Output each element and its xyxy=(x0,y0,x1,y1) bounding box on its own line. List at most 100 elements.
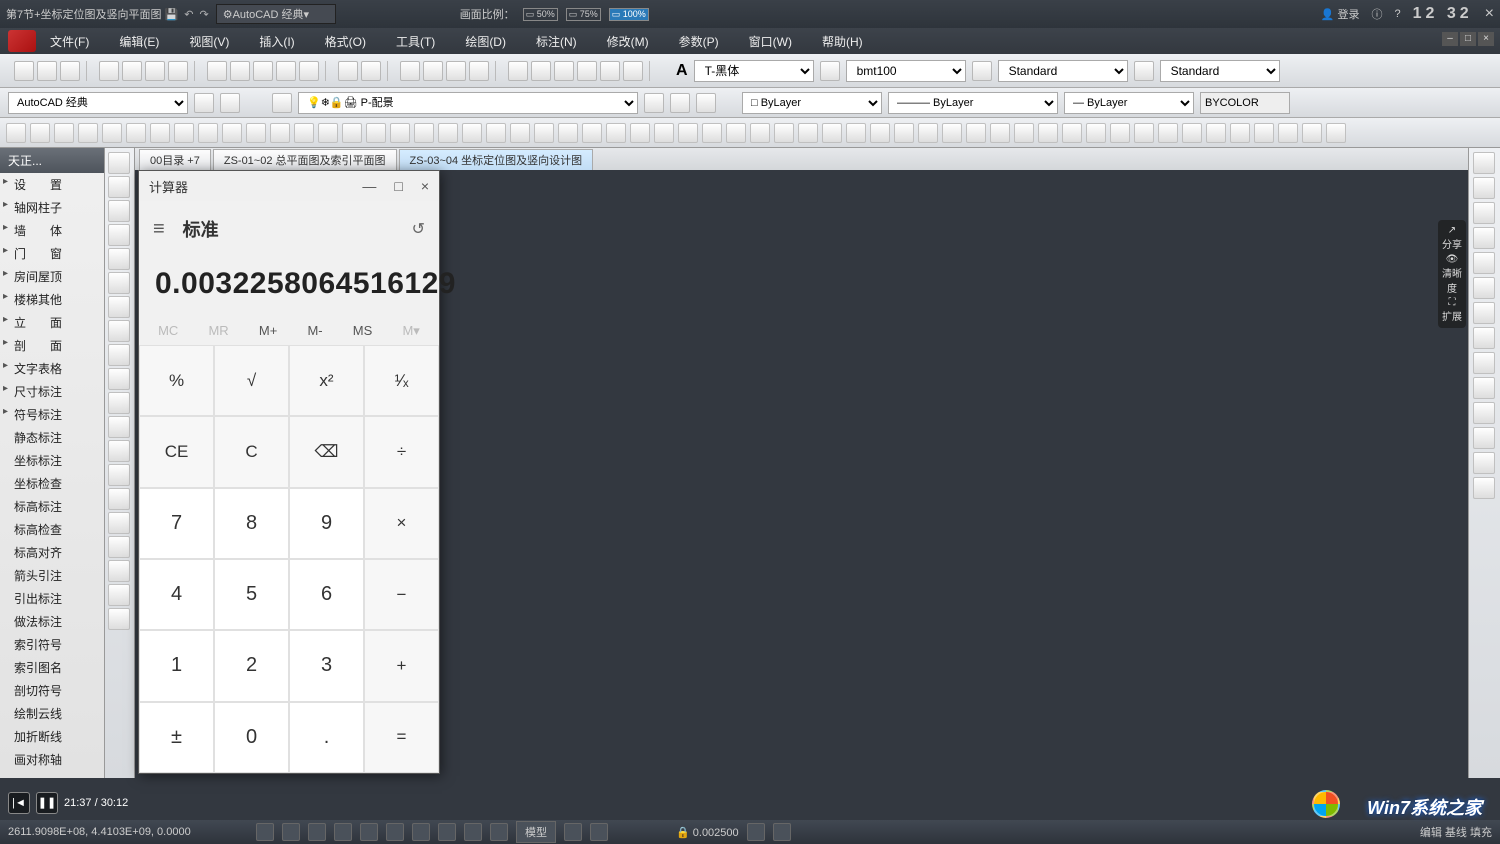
tangent-item-24[interactable]: 加折断线 xyxy=(0,725,104,748)
dimstyle-icon[interactable] xyxy=(972,61,992,81)
open-icon[interactable] xyxy=(37,61,57,81)
calc-key-3[interactable]: 3 xyxy=(289,630,364,701)
menu-view[interactable]: 视图(V) xyxy=(189,33,229,50)
dim-tool-42[interactable] xyxy=(1014,123,1034,143)
scale-icon[interactable] xyxy=(1473,402,1495,424)
calc-key-¹∕ₓ[interactable]: ¹∕ₓ xyxy=(364,345,439,416)
more1-icon[interactable] xyxy=(108,536,130,558)
textstyle-icon[interactable] xyxy=(820,61,840,81)
expand-button[interactable]: ⛶扩展 xyxy=(1442,296,1462,324)
play-pause-icon[interactable]: ❚❚ xyxy=(36,792,58,814)
status-right-tools[interactable]: 编辑 基线 填充 xyxy=(1420,824,1492,840)
dim-tool-12[interactable] xyxy=(294,123,314,143)
window-close-icon[interactable]: × xyxy=(1485,5,1494,23)
tangent-item-25[interactable]: 画对称轴 xyxy=(0,748,104,771)
calc-key-2[interactable]: 2 xyxy=(214,630,289,701)
erase-icon[interactable] xyxy=(1473,477,1495,499)
mleader-icon[interactable] xyxy=(1134,61,1154,81)
tangent-item-13[interactable]: 坐标检查 xyxy=(0,472,104,495)
tangent-item-22[interactable]: 剖切符号 xyxy=(0,679,104,702)
dim-tool-7[interactable] xyxy=(174,123,194,143)
tangent-item-15[interactable]: 标高检查 xyxy=(0,518,104,541)
extend-icon[interactable] xyxy=(1473,327,1495,349)
rect-icon[interactable] xyxy=(108,248,130,270)
menu-dimension[interactable]: 标注(N) xyxy=(536,33,577,50)
calc-key-7[interactable]: 7 xyxy=(139,488,214,559)
calculator-titlebar[interactable]: 计算器 — □ × xyxy=(139,171,439,201)
mleaderstyle-combo[interactable]: Standard xyxy=(1160,60,1280,82)
calc-key-1[interactable]: 1 xyxy=(139,630,214,701)
block-icon[interactable] xyxy=(108,344,130,366)
dim-tool-47[interactable] xyxy=(1134,123,1154,143)
qat-undo-icon[interactable]: ↶ xyxy=(184,8,193,21)
dim-tool-15[interactable] xyxy=(366,123,386,143)
color-combo[interactable]: □ ByLayer xyxy=(742,92,882,114)
tangent-item-19[interactable]: 做法标注 xyxy=(0,610,104,633)
chamfer-icon[interactable] xyxy=(1473,377,1495,399)
dim-tool-11[interactable] xyxy=(270,123,290,143)
calc-key-9[interactable]: 9 xyxy=(289,488,364,559)
dim-tool-19[interactable] xyxy=(462,123,482,143)
calc-key-CE[interactable]: CE xyxy=(139,416,214,487)
workspace-combo[interactable]: AutoCAD 经典 xyxy=(8,92,188,114)
dim-tool-33[interactable] xyxy=(798,123,818,143)
qat-redo-icon[interactable]: ↷ xyxy=(199,8,208,21)
play-prev-icon[interactable]: |◄ xyxy=(8,792,30,814)
preview-icon[interactable] xyxy=(122,61,142,81)
tangent-item-1[interactable]: 轴网柱子 xyxy=(0,196,104,219)
snap-toggle[interactable] xyxy=(256,823,274,841)
zoom-100-button[interactable]: ▭ 100% xyxy=(609,8,649,21)
tangent-item-5[interactable]: 楼梯其他 xyxy=(0,288,104,311)
tangent-item-21[interactable]: 索引图名 xyxy=(0,656,104,679)
calc-minimize-icon[interactable]: — xyxy=(362,178,376,194)
offset-icon[interactable] xyxy=(1473,252,1495,274)
zoom-75-button[interactable]: ▭ 75% xyxy=(566,8,601,21)
calc-key-.[interactable]: . xyxy=(289,702,364,773)
calc-history-icon[interactable]: ↺ xyxy=(412,219,425,239)
dim-tool-23[interactable] xyxy=(558,123,578,143)
dyn-toggle[interactable] xyxy=(412,823,430,841)
zoom-rt-icon[interactable] xyxy=(423,61,443,81)
layer-prop-icon[interactable] xyxy=(272,93,292,113)
dim-tool-13[interactable] xyxy=(318,123,338,143)
dim-tool-22[interactable] xyxy=(534,123,554,143)
menu-draw[interactable]: 绘图(D) xyxy=(465,33,506,50)
file-tab-3[interactable]: ZS-03~04 坐标定位图及竖向设计图 xyxy=(399,149,594,170)
dim-tool-3[interactable] xyxy=(78,123,98,143)
calc-key-0[interactable]: 0 xyxy=(214,702,289,773)
dim-tool-53[interactable] xyxy=(1278,123,1298,143)
model-button[interactable]: 模型 xyxy=(516,821,556,843)
dim-tool-26[interactable] xyxy=(630,123,650,143)
qv-drawings[interactable] xyxy=(590,823,608,841)
tangent-item-18[interactable]: 引出标注 xyxy=(0,587,104,610)
tangent-item-2[interactable]: 墙 体 xyxy=(0,219,104,242)
ortho-toggle[interactable] xyxy=(308,823,326,841)
menu-format[interactable]: 格式(O) xyxy=(325,33,366,50)
ellipse-icon[interactable] xyxy=(108,464,130,486)
tangent-item-20[interactable]: 索引符号 xyxy=(0,633,104,656)
calc-mc[interactable]: MC xyxy=(158,323,178,339)
dim-tool-31[interactable] xyxy=(750,123,770,143)
line-icon[interactable] xyxy=(108,152,130,174)
table-icon[interactable] xyxy=(108,368,130,390)
menu-window[interactable]: 窗口(W) xyxy=(749,33,792,50)
calc-key-÷[interactable]: ÷ xyxy=(364,416,439,487)
qat-save-icon[interactable]: 💾 xyxy=(165,8,179,21)
workspace-quick-combo[interactable]: ⚙ AutoCAD 经典 ▾ xyxy=(216,4,336,24)
dim-tool-18[interactable] xyxy=(438,123,458,143)
file-tab-2[interactable]: ZS-01~02 总平面图及索引平面图 xyxy=(213,149,397,170)
toolpalette-icon[interactable] xyxy=(554,61,574,81)
dim-tool-49[interactable] xyxy=(1182,123,1202,143)
zoom-prev-icon[interactable] xyxy=(469,61,489,81)
move-icon[interactable] xyxy=(1473,152,1495,174)
dim-tool-32[interactable] xyxy=(774,123,794,143)
tangent-item-6[interactable]: 立 面 xyxy=(0,311,104,334)
calc-key-6[interactable]: 6 xyxy=(289,559,364,630)
layerprev-icon[interactable] xyxy=(670,93,690,113)
dim-tool-52[interactable] xyxy=(1254,123,1274,143)
tangent-item-12[interactable]: 坐标标注 xyxy=(0,449,104,472)
more3-icon[interactable] xyxy=(108,584,130,606)
lwt-toggle[interactable] xyxy=(438,823,456,841)
menu-parametric[interactable]: 参数(P) xyxy=(679,33,719,50)
print-icon[interactable] xyxy=(99,61,119,81)
